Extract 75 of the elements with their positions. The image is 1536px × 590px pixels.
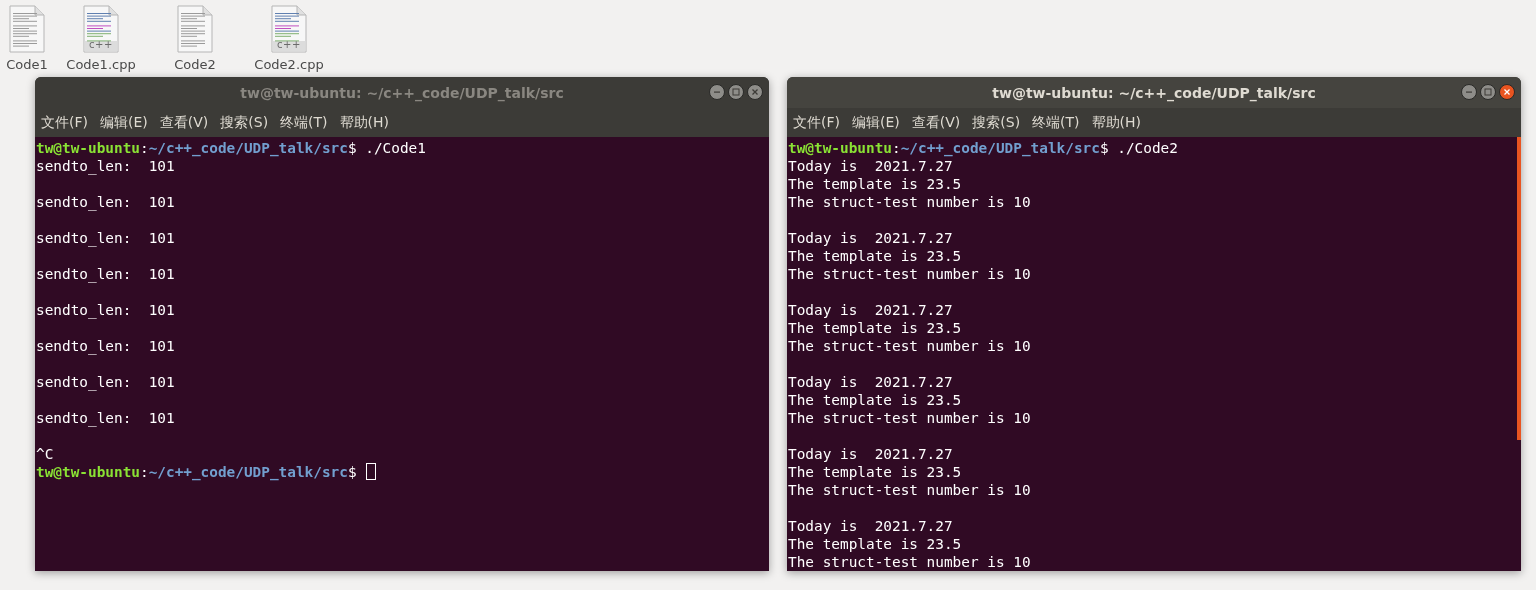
output-line: The template is 23.5 (788, 319, 962, 337)
prompt-separator: : (891, 139, 901, 157)
menu-item[interactable]: 帮助(H) (1091, 113, 1142, 132)
output-line: The template is 23.5 (788, 463, 962, 481)
output-line: The template is 23.5 (788, 247, 962, 265)
close-icon (751, 88, 759, 96)
menu-item[interactable]: 搜索(S) (220, 113, 269, 132)
prompt-path: ~/c++_code/UDP_talk/src (148, 139, 348, 157)
output-line: The template is 23.5 (788, 535, 962, 553)
square-icon (1484, 88, 1492, 96)
output-line: The struct-test number is 10 (788, 481, 1031, 499)
square-icon (732, 88, 740, 96)
close-icon (1503, 88, 1511, 96)
prompt-symbol: $ (1099, 139, 1109, 157)
output-line: Today is 2021.7.27 (788, 229, 953, 247)
file-type-label: c++ (88, 39, 114, 50)
prompt-path: ~/c++_code/UDP_talk/src (900, 139, 1100, 157)
output-line: The struct-test number is 10 (788, 337, 1031, 355)
text-file-icon[interactable] (176, 5, 214, 53)
menu-item[interactable]: 终端(T) (280, 113, 328, 132)
file-name[interactable]: Code1 (6, 57, 48, 72)
maximize-button[interactable] (1480, 84, 1496, 100)
prompt-user: tw@tw-ubuntu (788, 139, 892, 157)
output-line: The struct-test number is 10 (788, 553, 1031, 571)
output-line: The struct-test number is 10 (788, 409, 1031, 427)
window-title: tw@tw-ubuntu: ~/c++_code/UDP_talk/src (992, 84, 1316, 101)
file-type-label: c++ (276, 39, 302, 50)
output-line: Today is 2021.7.27 (788, 157, 953, 175)
output-line: sendto_len: 101 (36, 265, 175, 283)
output-line: The struct-test number is 10 (788, 193, 1031, 211)
output-line: sendto_len: 101 (36, 301, 175, 319)
menu-item[interactable]: 编辑(E) (852, 113, 900, 132)
file-name[interactable]: Code1.cpp (66, 57, 136, 72)
output-line: The struct-test number is 10 (788, 265, 1031, 283)
output-line: sendto_len: 101 (36, 337, 175, 355)
output-line: Today is 2021.7.27 (788, 301, 953, 319)
prompt-separator: : (139, 139, 149, 157)
output-line: Today is 2021.7.27 (788, 373, 953, 391)
menu-item[interactable]: 帮助(H) (339, 113, 390, 132)
code-file-icon[interactable]: c++ (270, 5, 308, 53)
file-name[interactable]: Code2 (174, 57, 216, 72)
close-button[interactable] (1499, 84, 1515, 100)
menu-item[interactable]: 文件(F) (793, 113, 840, 132)
prompt-separator: : (139, 463, 149, 481)
prompt-user: tw@tw-ubuntu (36, 463, 140, 481)
prompt-symbol: $ (347, 463, 357, 481)
command-text: ./Code1 (364, 139, 426, 157)
output-line: The template is 23.5 (788, 391, 962, 409)
window-title: tw@tw-ubuntu: ~/c++_code/UDP_talk/src (240, 84, 564, 101)
menu-item[interactable]: 查看(V) (159, 113, 209, 132)
text-file-icon[interactable] (8, 5, 46, 53)
menu-item[interactable]: 搜索(S) (972, 113, 1021, 132)
prompt-user: tw@tw-ubuntu (36, 139, 140, 157)
output-line: The template is 23.5 (788, 175, 962, 193)
command-text: ./Code2 (1116, 139, 1178, 157)
minimize-button[interactable] (709, 84, 725, 100)
output-line: sendto_len: 101 (36, 409, 175, 427)
minimize-button[interactable] (1461, 84, 1477, 100)
output-line: Today is 2021.7.27 (788, 445, 953, 463)
maximize-button[interactable] (728, 84, 744, 100)
code-file-icon[interactable]: c++ (82, 5, 120, 53)
output-line: sendto_len: 101 (36, 373, 175, 391)
menu-item[interactable]: 文件(F) (41, 113, 88, 132)
output-line: sendto_len: 101 (36, 157, 175, 175)
output-line: sendto_len: 101 (36, 229, 175, 247)
prompt-path: ~/c++_code/UDP_talk/src (148, 463, 348, 481)
output-line: ^C (36, 445, 54, 463)
output-line: Today is 2021.7.27 (788, 517, 953, 535)
prompt-symbol: $ (347, 139, 357, 157)
menu-item[interactable]: 终端(T) (1032, 113, 1080, 132)
menu-item[interactable]: 查看(V) (911, 113, 961, 132)
output-line: sendto_len: 101 (36, 193, 175, 211)
file-name[interactable]: Code2.cpp (254, 57, 324, 72)
scrollbar-thumb[interactable] (1517, 137, 1521, 440)
menu-item[interactable]: 编辑(E) (100, 113, 148, 132)
